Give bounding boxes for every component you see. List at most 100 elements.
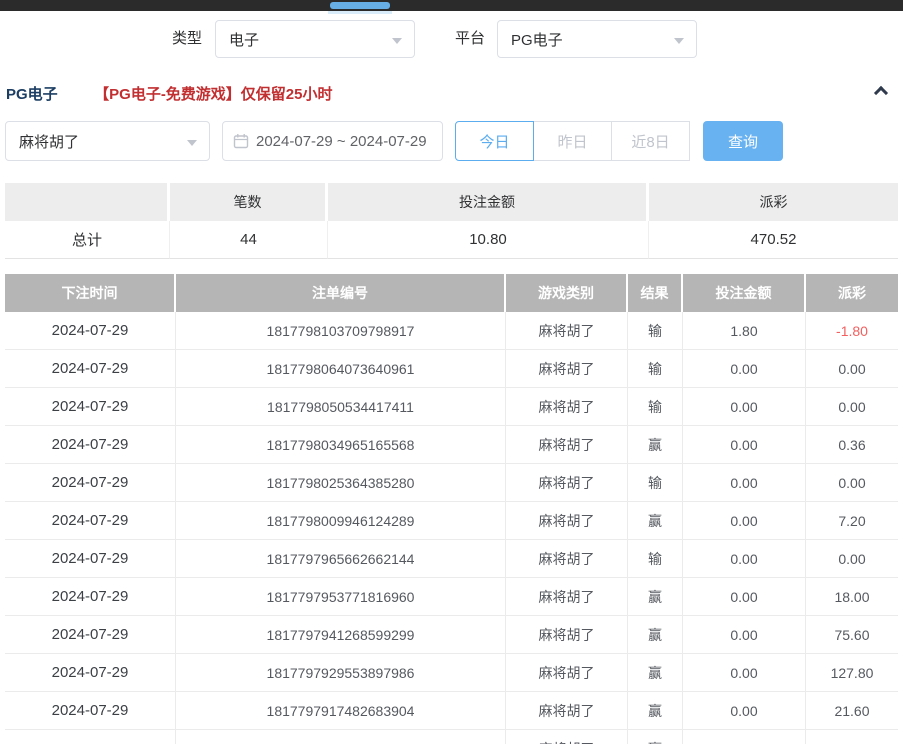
cell-bet-time: 2024-07-29 xyxy=(5,616,176,654)
top-bar xyxy=(0,0,903,11)
cell-game-category: 麻将胡了 xyxy=(506,540,628,578)
section-title: PG电子 xyxy=(6,83,58,104)
cell-result: 输 xyxy=(628,540,683,578)
cell-result: 赢 xyxy=(628,616,683,654)
section-header: PG电子 【PG电子-免费游戏】仅保留25小时 xyxy=(6,83,897,103)
cell-bet-id: 1817798025364385280 xyxy=(176,464,506,502)
cell-bet-amount: 0.00 xyxy=(683,350,806,388)
quick-date-button[interactable]: 近8日 xyxy=(611,121,690,161)
cell-bet-amount: 1.80 xyxy=(683,312,806,350)
cell-game-category: 麻将胡了 xyxy=(506,426,628,464)
summary-total-bet-amount: 10.80 xyxy=(328,221,649,259)
cell-bet-time xyxy=(5,730,176,744)
summary-header-count: 笔数 xyxy=(170,183,328,221)
platform-select[interactable]: PG电子 xyxy=(497,20,697,58)
table-row: 2024-07-29 1817797917482683904 麻将胡了 赢 0.… xyxy=(5,692,898,730)
cell-result: 赢 xyxy=(628,654,683,692)
header-bet-amount: 投注金额 xyxy=(683,274,806,312)
cell-bet-amount: 0.00 xyxy=(683,540,806,578)
cell-payout: 0.00 xyxy=(806,464,898,502)
cell-bet-amount: 0.00 xyxy=(683,692,806,730)
cell-bet-time: 2024-07-29 xyxy=(5,540,176,578)
cell-payout: 0.00 xyxy=(806,540,898,578)
cell-game-category: 麻将胡了 xyxy=(506,654,628,692)
cell-payout: 127.80 xyxy=(806,654,898,692)
summary-total-row: 总计 44 10.80 470.52 xyxy=(5,221,898,259)
cell-bet-id: 1817798009946124289 xyxy=(176,502,506,540)
quick-date-buttons: 今日昨日近8日 xyxy=(455,121,690,161)
section-notice: 【PG电子-免费游戏】仅保留25小时 xyxy=(94,83,332,104)
cell-result: 输 xyxy=(628,464,683,502)
type-select[interactable]: 电子 xyxy=(215,20,415,58)
cell-bet-amount: 0.00 xyxy=(683,502,806,540)
quick-date-button[interactable]: 今日 xyxy=(455,121,534,161)
platform-select-value: PG电子 xyxy=(511,29,563,50)
calendar-icon xyxy=(233,133,249,149)
cell-game-category: 麻将胡了 xyxy=(506,350,628,388)
cell-bet-time: 2024-07-29 xyxy=(5,426,176,464)
cell-result: 输 xyxy=(628,312,683,350)
table-row: 2024-07-29 1817797941268599299 麻将胡了 赢 0.… xyxy=(5,616,898,654)
cell-bet-amount xyxy=(683,730,806,744)
game-select[interactable]: 麻将胡了 xyxy=(5,121,210,161)
cell-bet-amount: 0.00 xyxy=(683,426,806,464)
cell-bet-id: 1817797917482683904 xyxy=(176,692,506,730)
cell-bet-time: 2024-07-29 xyxy=(5,388,176,426)
summary-total-label: 总计 xyxy=(5,221,170,259)
table-row: 2024-07-29 1817798050534417411 麻将胡了 输 0.… xyxy=(5,388,898,426)
search-button[interactable]: 查询 xyxy=(703,121,783,161)
game-select-value: 麻将胡了 xyxy=(19,131,79,152)
cell-bet-time: 2024-07-29 xyxy=(5,502,176,540)
platform-label: 平台 xyxy=(455,20,485,58)
cell-bet-amount: 0.00 xyxy=(683,654,806,692)
cell-result: 赢 xyxy=(628,502,683,540)
chevron-up-icon xyxy=(874,86,888,100)
summary-header-bet-amount: 投注金额 xyxy=(328,183,649,221)
cell-bet-amount: 0.00 xyxy=(683,388,806,426)
date-range-value: 2024-07-29 ~ 2024-07-29 xyxy=(256,133,427,150)
cell-bet-amount: 0.00 xyxy=(683,464,806,502)
cell-result: 赢 xyxy=(628,692,683,730)
cell-game-category: 麻将胡了 xyxy=(506,388,628,426)
type-select-value: 电子 xyxy=(229,29,259,50)
cell-payout: 7.20 xyxy=(806,502,898,540)
cell-bet-id: 1817797965662662144 xyxy=(176,540,506,578)
header-result: 结果 xyxy=(628,274,683,312)
cell-bet-id xyxy=(176,730,506,744)
records-header-row: 下注时间 注单编号 游戏类别 结果 投注金额 派彩 xyxy=(5,274,898,312)
cell-payout: 21.60 xyxy=(806,692,898,730)
cell-bet-time: 2024-07-29 xyxy=(5,350,176,388)
summary-header-blank xyxy=(5,183,170,221)
date-range-picker[interactable]: 2024-07-29 ~ 2024-07-29 xyxy=(222,121,443,161)
scrollbar-glow xyxy=(328,11,392,14)
summary-total-count: 44 xyxy=(170,221,328,259)
cell-result: 赢 xyxy=(628,730,683,744)
cell-result: 输 xyxy=(628,388,683,426)
header-payout: 派彩 xyxy=(806,274,898,312)
table-row: 2024-07-29 1817798009946124289 麻将胡了 赢 0.… xyxy=(5,502,898,540)
table-row: 2024-07-29 1817798064073640961 麻将胡了 输 0.… xyxy=(5,350,898,388)
cell-bet-time: 2024-07-29 xyxy=(5,654,176,692)
cell-bet-time: 2024-07-29 xyxy=(5,312,176,350)
quick-date-button[interactable]: 昨日 xyxy=(533,121,612,161)
chevron-down-icon xyxy=(392,38,402,44)
chevron-down-icon xyxy=(187,140,197,146)
table-row: 2024-07-29 1817798034965165568 麻将胡了 赢 0.… xyxy=(5,426,898,464)
cell-bet-time: 2024-07-29 xyxy=(5,464,176,502)
header-bet-id: 注单编号 xyxy=(176,274,506,312)
records-table: 下注时间 注单编号 游戏类别 结果 投注金额 派彩 2024-07-29 181… xyxy=(5,274,898,744)
table-row: 2024-07-29 1817797929553897986 麻将胡了 赢 0.… xyxy=(5,654,898,692)
type-label: 类型 xyxy=(172,20,202,58)
table-row: 2024-07-29 1817798025364385280 麻将胡了 输 0.… xyxy=(5,464,898,502)
cell-game-category: 麻将胡了 xyxy=(506,502,628,540)
cell-payout: 0.00 xyxy=(806,388,898,426)
scrollbar-thumb[interactable] xyxy=(330,2,390,9)
summary-table: 笔数 投注金额 派彩 总计 44 10.80 470.52 xyxy=(5,183,898,259)
cell-bet-id: 1817798064073640961 xyxy=(176,350,506,388)
summary-total-payout: 470.52 xyxy=(649,221,898,259)
table-row: 麻将胡了 赢 xyxy=(5,730,898,744)
collapse-button[interactable] xyxy=(873,84,891,100)
filter-row-type: 类型 电子 平台 PG电子 xyxy=(0,20,903,58)
cell-game-category: 麻将胡了 xyxy=(506,616,628,654)
table-row: 2024-07-29 1817798103709798917 麻将胡了 输 1.… xyxy=(5,312,898,350)
